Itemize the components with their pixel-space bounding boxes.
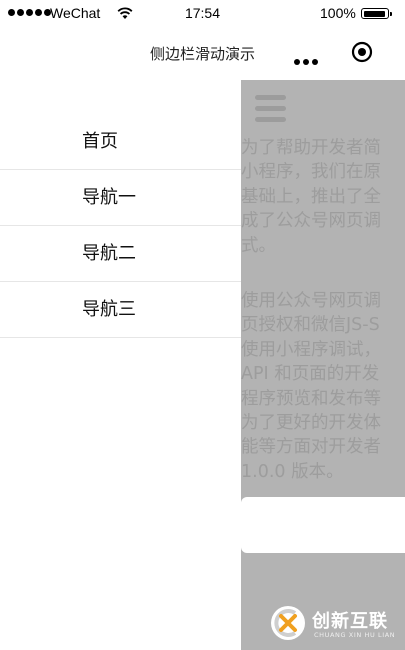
target-circle-icon: [351, 41, 373, 63]
sidebar-item-home[interactable]: 首页: [0, 80, 241, 170]
close-miniprogram-button[interactable]: [351, 41, 373, 63]
watermark-title: 创新互联: [312, 611, 388, 632]
status-bar: WeChat 17:54 100%: [0, 0, 405, 28]
battery-percentage: 100%: [320, 5, 356, 21]
sidebar-item-nav-2[interactable]: 导航二: [0, 226, 241, 282]
more-options-button[interactable]: [294, 50, 324, 65]
page-title: 侧边栏滑动演示: [149, 45, 255, 63]
navigation-bar: 侧边栏滑动演示: [0, 28, 405, 80]
hamburger-menu-icon[interactable]: [255, 95, 286, 123]
sidebar-item-nav-1[interactable]: 导航一: [0, 170, 241, 226]
sidebar-item-nav-3[interactable]: 导航三: [0, 282, 241, 338]
content-card: [241, 497, 405, 553]
watermark-subtitle: CHUANG XIN HU LIAN: [314, 631, 396, 639]
watermark-logo: 创新互联 CHUANG XIN HU LIAN: [269, 602, 405, 642]
debug-paragraph: 使用公众号网页调 页授权和微信JS-S 使用小程序调试， API 和页面的开发 …: [241, 291, 381, 482]
main-content-overlay[interactable]: 为了帮助开发者简 小程序，我们在原 基础上，推出了全 成了公众号网页调 式。 使…: [241, 80, 405, 650]
battery-icon: [361, 8, 392, 19]
sidebar: 首页 导航一 导航二 导航三: [0, 80, 241, 650]
more-dots-icon: [294, 59, 300, 65]
intro-paragraph: 为了帮助开发者简 小程序，我们在原 基础上，推出了全 成了公众号网页调 式。: [241, 138, 381, 256]
logo-icon: [271, 606, 305, 640]
